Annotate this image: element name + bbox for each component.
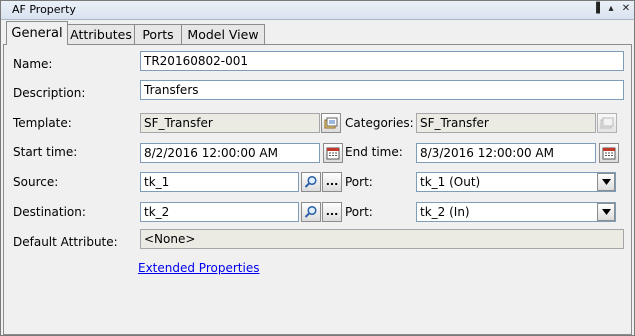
title-bar: AF Property ▐ ▴ ✕ bbox=[1, 1, 634, 20]
categories-field: SF_Transfer bbox=[416, 113, 596, 133]
tab-general[interactable]: General bbox=[6, 21, 68, 45]
destination-port-label: Port: bbox=[345, 205, 373, 219]
calendar-icon[interactable] bbox=[323, 143, 343, 163]
general-panel: Name: TR20160802-001 Description: Transf… bbox=[3, 44, 632, 335]
search-icon[interactable] bbox=[301, 172, 321, 192]
end-time-field[interactable]: 8/3/2016 12:00:00 AM bbox=[416, 143, 596, 163]
name-field[interactable]: TR20160802-001 bbox=[140, 51, 624, 71]
categories-label: Categories: bbox=[345, 116, 414, 130]
calendar-icon[interactable] bbox=[599, 143, 619, 163]
restore-icon[interactable]: ▴ bbox=[604, 2, 618, 16]
chevron-down-icon[interactable] bbox=[597, 173, 615, 191]
description-field[interactable]: Transfers bbox=[140, 80, 624, 100]
source-label: Source: bbox=[13, 175, 59, 189]
start-time-label: Start time: bbox=[13, 145, 78, 159]
tab-ports[interactable]: Ports bbox=[134, 24, 182, 44]
close-icon[interactable]: ✕ bbox=[619, 2, 633, 16]
window-title: AF Property bbox=[12, 3, 76, 16]
default-attribute-label: Default Attribute: bbox=[13, 235, 118, 249]
search-icon[interactable] bbox=[301, 202, 321, 222]
template-field: SF_Transfer bbox=[140, 113, 320, 133]
chevron-down-icon[interactable] bbox=[597, 203, 615, 221]
source-field[interactable]: tk_1 bbox=[140, 172, 299, 192]
source-port-select[interactable]: tk_1 (Out) bbox=[416, 172, 616, 192]
tab-attributes[interactable]: Attributes bbox=[67, 24, 135, 44]
default-attribute-field: <None> bbox=[140, 229, 624, 249]
template-label: Template: bbox=[13, 116, 72, 130]
name-label: Name: bbox=[13, 57, 53, 71]
source-port-label: Port: bbox=[345, 175, 373, 189]
af-property-window: AF Property ▐ ▴ ✕ General Attributes Por… bbox=[0, 0, 635, 336]
end-time-label: End time: bbox=[345, 145, 403, 159]
template-picker-icon[interactable] bbox=[321, 113, 341, 133]
description-label: Description: bbox=[13, 86, 86, 100]
source-browse-button[interactable]: ... bbox=[322, 172, 342, 192]
extended-properties-link[interactable]: Extended Properties bbox=[138, 261, 259, 275]
start-time-field[interactable]: 8/2/2016 12:00:00 AM bbox=[140, 143, 320, 163]
destination-browse-button[interactable]: ... bbox=[322, 202, 342, 222]
tab-model-view[interactable]: Model View bbox=[181, 24, 265, 44]
categories-picker-icon[interactable] bbox=[597, 113, 617, 133]
destination-field[interactable]: tk_2 bbox=[140, 202, 299, 222]
destination-label: Destination: bbox=[13, 205, 86, 219]
destination-port-select[interactable]: tk_2 (In) bbox=[416, 202, 616, 222]
pin-icon[interactable]: ▐ bbox=[589, 2, 603, 16]
